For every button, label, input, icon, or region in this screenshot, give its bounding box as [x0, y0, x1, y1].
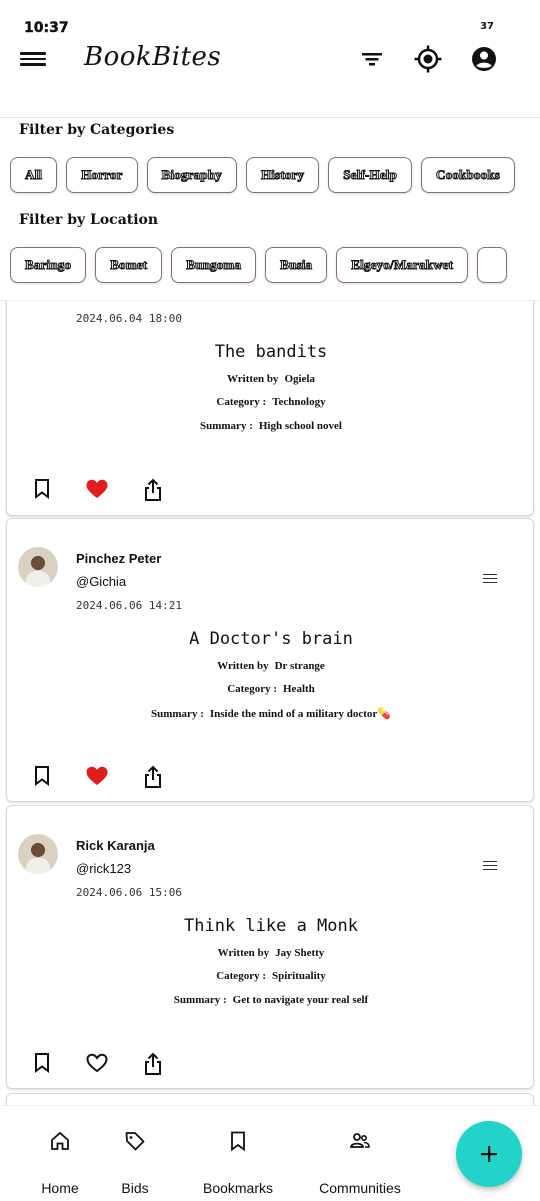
book-title: Think like a Monk — [184, 916, 358, 936]
book-summary-line: Summary : High school novel — [7, 420, 535, 432]
nav-bookmarks-label: Bookmarks — [202, 1180, 274, 1196]
category-label: Category : — [216, 396, 267, 408]
bookmark-icon — [231, 1131, 245, 1152]
heart-filled-icon[interactable] — [85, 765, 109, 787]
post-card — [6, 1093, 534, 1105]
people-icon — [349, 1133, 370, 1148]
summary-label: Summary : — [173, 994, 227, 1006]
book-category: Health — [283, 683, 315, 695]
plus-icon — [481, 1146, 497, 1162]
post-date: 2024.06.06 15:06 — [76, 886, 182, 899]
post-date: 2024.06.06 14:21 — [76, 599, 182, 612]
category-label: Category : — [227, 683, 277, 695]
chip-category-self-help[interactable]: Self-Help — [328, 157, 413, 193]
book-category-line: Category : Health — [7, 683, 535, 695]
book-title: The bandits — [214, 342, 328, 362]
book-category: Technology — [272, 396, 326, 408]
book-title: A Doctor's brain — [189, 629, 353, 649]
summary-label: Summary : — [151, 708, 204, 720]
location-chip-row: Baringo Bomet Bungoma Busia Elgeyo/Marakwet — [10, 247, 540, 287]
user-name[interactable]: Rick Karanja — [76, 838, 155, 853]
book-category: Spirituality — [272, 970, 326, 982]
post-card: Pinchez Peter @Gichia 2024.06.06 14:21 A… — [6, 518, 534, 802]
book-author: Jay Shetty — [275, 947, 325, 959]
post-menu-icon[interactable] — [483, 858, 497, 873]
share-icon[interactable] — [143, 765, 163, 789]
book-summary: Get to navigate your real self — [232, 994, 369, 1006]
post-actions — [29, 478, 179, 504]
avatar[interactable] — [18, 834, 58, 874]
app-title: BookBites — [84, 42, 222, 72]
share-icon[interactable] — [143, 1052, 163, 1076]
chip-location-bomet[interactable]: Bomet — [95, 247, 163, 283]
chip-location-elgeyo-marakwet[interactable]: Elgeyo/Marakwet — [336, 247, 469, 283]
chip-category-all[interactable]: All — [10, 157, 58, 193]
user-name[interactable]: Pinchez Peter — [76, 551, 161, 566]
battery-level: 37 — [480, 21, 494, 32]
post-date: 2024.06.04 18:00 — [76, 312, 182, 325]
nav-home[interactable]: Home — [20, 1106, 100, 1201]
bookmark-icon[interactable] — [33, 1052, 51, 1074]
add-post-button[interactable] — [456, 1121, 522, 1187]
account-icon[interactable] — [469, 44, 499, 74]
book-author: Dr strange — [274, 660, 325, 672]
user-handle: @rick123 — [76, 861, 132, 876]
written-by-label: Written by — [227, 373, 279, 385]
filter-icon[interactable] — [358, 44, 388, 74]
app-bar: BookBites — [0, 40, 540, 118]
nav-communities[interactable]: Communities — [305, 1106, 415, 1201]
post-menu-icon[interactable] — [483, 571, 497, 586]
post-card: Rick Karanja @rick123 2024.06.06 15:06 T… — [6, 805, 534, 1089]
nav-communities-label: Communities — [319, 1180, 401, 1196]
user-handle: @Gichia — [76, 574, 127, 589]
heart-outline-icon[interactable] — [85, 1052, 109, 1074]
book-author-line: Written by Jay Shetty — [7, 947, 535, 959]
filter-categories-title: Filter by Categories — [19, 122, 175, 138]
nav-bids-label: Bids — [121, 1180, 149, 1196]
home-icon — [51, 1131, 69, 1150]
status-time: 10:37 — [24, 20, 69, 36]
post-card: 2024.06.04 18:00 The bandits Written by O… — [6, 301, 535, 516]
book-author-line: Written by Ogiela — [7, 373, 535, 385]
written-by-label: Written by — [217, 660, 269, 672]
my-location-icon[interactable] — [413, 44, 443, 74]
bookmark-icon[interactable] — [33, 765, 51, 787]
chip-location-bungoma[interactable]: Bungoma — [171, 247, 257, 283]
category-chip-row: All Horror Biography History Self-Help Cookbo… — [10, 157, 540, 197]
book-summary: Inside the mind of a military doctor💊 — [209, 708, 391, 720]
book-summary-line: Summary : Get to navigate your real self — [7, 994, 535, 1006]
book-summary-line: Summary : Inside the mind of a military d… — [7, 707, 535, 720]
menu-icon[interactable] — [20, 49, 46, 71]
nav-bookmarks[interactable]: Bookmarks — [190, 1106, 286, 1201]
written-by-label: Written by — [217, 947, 270, 959]
book-category-line: Category : Spirituality — [7, 970, 535, 982]
bookmark-icon[interactable] — [33, 478, 51, 500]
chip-location-busia[interactable]: Busia — [265, 247, 328, 283]
nav-home-label: Home — [41, 1180, 79, 1196]
chip-category-cookbooks[interactable]: Cookbooks — [421, 157, 515, 193]
chip-category-history[interactable]: History — [245, 157, 320, 193]
share-icon[interactable] — [143, 478, 163, 502]
chip-location-baringo[interactable]: Baringo — [10, 247, 87, 283]
chip-location-next[interactable] — [477, 247, 508, 283]
status-bar: 10:37 37 — [0, 0, 540, 40]
summary-label: Summary : — [200, 420, 253, 432]
chip-category-biography[interactable]: Biography — [146, 157, 237, 193]
book-category-line: Category : Technology — [7, 396, 535, 408]
nav-bids[interactable]: Bids — [100, 1106, 170, 1201]
book-author: Ogiela — [284, 373, 315, 385]
chip-category-horror[interactable]: Horror — [66, 157, 138, 193]
category-label: Category : — [216, 970, 266, 982]
tag-icon — [125, 1132, 145, 1151]
post-feed[interactable]: 2024.06.04 18:00 The bandits Written by O… — [0, 300, 540, 1105]
filter-location-title: Filter by Location — [19, 212, 159, 228]
book-summary: High school novel — [258, 420, 342, 432]
book-author-line: Written by Dr strange — [7, 660, 535, 672]
post-actions — [29, 1052, 179, 1078]
post-actions — [29, 765, 179, 791]
heart-filled-icon[interactable] — [85, 478, 109, 500]
avatar[interactable] — [18, 547, 58, 587]
